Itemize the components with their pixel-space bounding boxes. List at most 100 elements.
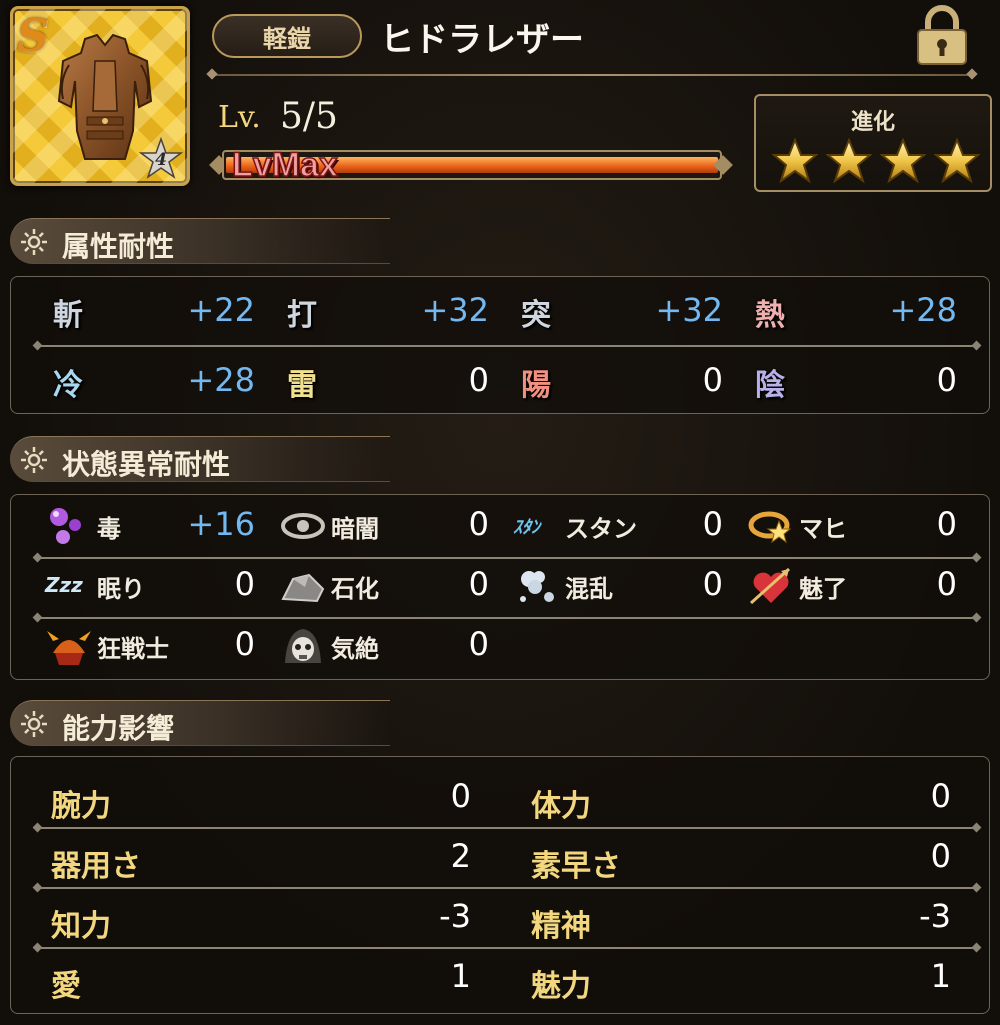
element-glyph: 打 [287,298,317,333]
evolution-stars [771,137,981,188]
ability-value: -3 [919,897,951,935]
element-glyph: 雷 [287,368,317,403]
element-glyph: 陰 [755,368,785,403]
evolution-panel: 進化 [754,94,992,192]
ability-value: 0 [450,777,471,815]
attribute-value: +22 [187,291,255,329]
ability-label: 魅力 [531,969,591,1004]
ability-label: 精神 [531,909,591,944]
row-divider [37,827,977,829]
element-glyph: 熱 [755,298,785,333]
ability-row: 愛1 [51,953,471,1004]
status-value: 0 [468,565,489,603]
attribute-cell: 突 +32 [513,287,723,337]
header-divider [212,74,972,76]
evolution-star-icon [771,137,819,188]
status-cell: マヒ 0 [747,501,957,551]
section-title: 能力影響 [62,712,175,745]
ability-label: 体力 [531,789,591,824]
sun-emblem-icon [21,447,47,473]
status-value: 0 [936,505,957,543]
pierce-icon: 突 [513,289,561,335]
blunt-icon: 打 [279,289,327,335]
status-value: +16 [187,505,255,543]
berserk-icon [45,623,93,669]
slash-icon: 斬 [45,289,93,335]
confusion-icon [513,563,561,609]
attribute-cell: 陽0 [513,357,723,407]
status-cell: 暗闇 0 [279,501,489,551]
category-label: 軽鎧 [212,14,362,58]
ability-row: 魅力 1 [531,953,951,1004]
row-divider [37,345,977,347]
section-attribute-header: 属性耐性 [10,218,390,264]
attribute-value: +28 [889,291,957,329]
evolution-star-icon [879,137,927,188]
paralysis-icon [747,503,795,549]
section-ability-header: 能力影響 [10,700,390,746]
status-cell: ｽﾀﾝ スタン 0 [513,501,723,551]
status-label: 眠り [97,575,145,603]
evolution-title: 進化 [850,110,895,135]
light-icon: 陽 [513,359,561,405]
ability-label: 器用さ [51,849,141,884]
status-value: 0 [468,505,489,543]
status-value: 0 [468,625,489,663]
level-value: 5/5 [280,96,338,137]
ability-value: 1 [930,957,951,995]
section-title: 属性耐性 [62,230,175,263]
ability-value: 1 [450,957,471,995]
status-label: 混乱 [565,575,613,603]
rank-badge: S [17,11,49,62]
ability-row: 精神 -3 [531,893,951,944]
attribute-cell: 熱 +28 [747,287,957,337]
status-panel: 毒 +16 暗闇 0 ｽﾀﾝ スタン 0 マヒ 0 Zzz 眠り 0 石化 0 混乱 0 魅了 0 狂戦士 0 気絶 0 [10,494,990,680]
attribute-value: +28 [187,361,255,399]
section-status-header: 状態異常耐性 [10,436,390,482]
sun-emblem-icon [21,711,47,737]
status-value: 0 [936,565,957,603]
status-value: 0 [234,565,255,603]
status-cell: 魅了 0 [747,561,957,611]
element-glyph: 斬 [53,298,83,333]
row-divider [37,947,977,949]
padlock-icon[interactable] [914,4,970,66]
status-value: 0 [702,505,723,543]
attribute-cell: 斬 +22 [45,287,255,337]
status-label: 暗闇 [331,515,379,543]
ability-value: 0 [930,837,951,875]
ability-row: 腕力 0 [51,773,471,824]
item-portrait[interactable]: S 4 [10,6,190,186]
section-title: 状態異常耐性 [62,448,231,481]
attribute-cell: 冷 +28 [45,357,255,407]
ability-row: 素早さ 0 [531,833,951,884]
status-cell: Zzz 眠り 0 [45,561,255,611]
attribute-value: 0 [468,361,489,399]
icon-text: Zzz [45,573,83,597]
attribute-value: +32 [421,291,489,329]
evolution-star-icon [933,137,981,188]
poison-icon [45,503,93,549]
star-rank-badge: 4 [138,136,184,181]
sun-emblem-icon [21,229,47,255]
ability-label: 知力 [51,909,111,944]
charm-heart-icon [747,563,795,609]
stun-icon: ｽﾀﾝ [513,503,561,549]
item-name: ヒドラレザー [380,20,584,60]
row-divider [37,887,977,889]
level-label: Lv. [218,100,261,135]
darkness-eye-icon [279,503,327,549]
attribute-cell: 雷0 [279,357,489,407]
element-glyph: 冷 [53,368,83,403]
heat-icon: 熱 [747,289,795,335]
ability-value: 2 [450,837,471,875]
ability-panel: 腕力 0 体力 0 器用さ 2 素早さ 0 知力 -3 精神 -3 愛 1 魅力 1 [10,756,990,1014]
dark-icon: 陰 [747,359,795,405]
attribute-panel: 斬 +22 打 +32 突 +32 熱 +28 冷 +28 雷 0 陽 0 陰 0 [10,276,990,414]
status-cell: 混乱 0 [513,561,723,611]
status-label: マヒ [799,515,847,543]
attribute-cell: 打 +32 [279,287,489,337]
attribute-value: 0 [702,361,723,399]
ability-row: 体力 0 [531,773,951,824]
status-cell: 気絶 0 [279,621,489,671]
